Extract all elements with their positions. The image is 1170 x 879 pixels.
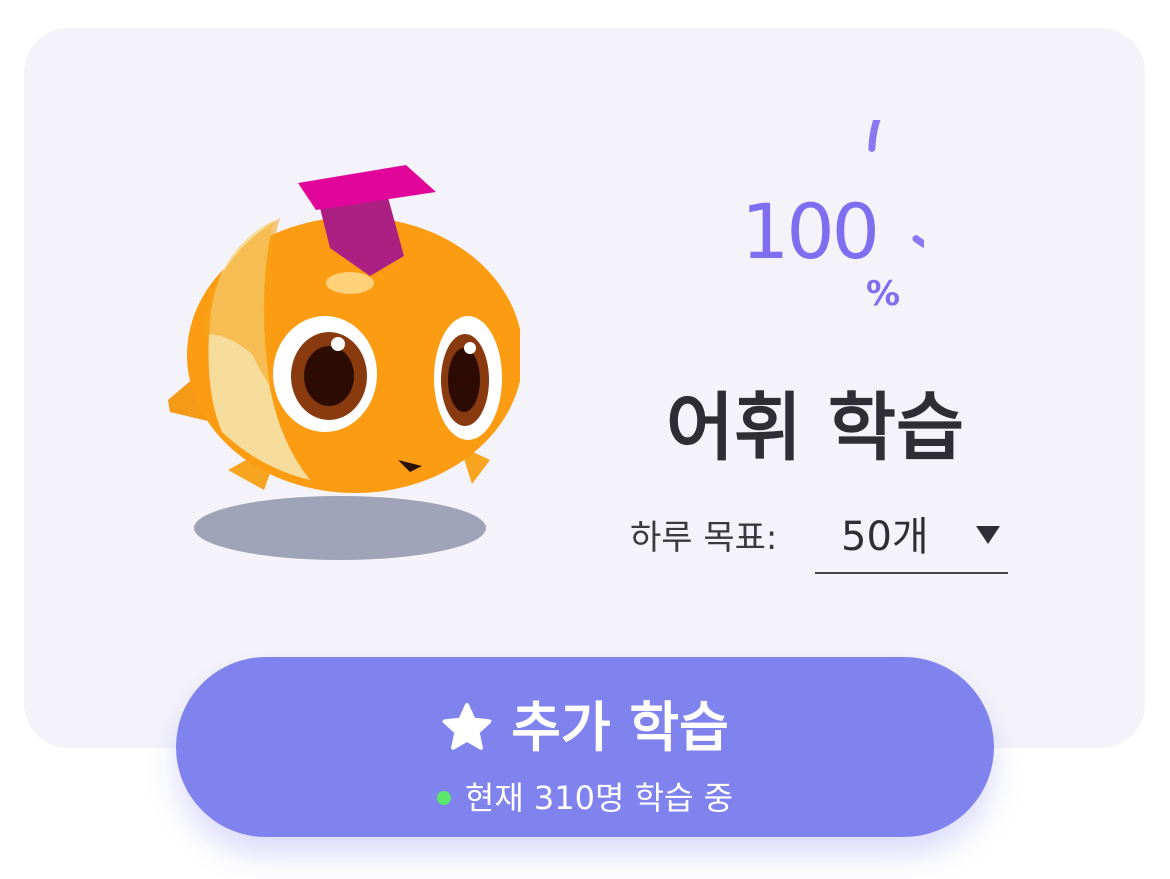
- extra-study-button-content: 추가 학습: [176, 693, 994, 763]
- live-dot-icon: [436, 791, 451, 805]
- extra-study-label: 추가 학습: [511, 696, 729, 759]
- triangle-down-icon: [976, 526, 1000, 544]
- page-title: 어휘 학습: [665, 385, 965, 471]
- live-status: 현재 310명 학습 중: [0, 776, 1170, 820]
- daily-goal-value: 50개: [841, 514, 929, 560]
- live-status-text: 현재 310명 학습 중: [464, 779, 734, 817]
- fish-mascot-icon: [168, 165, 520, 560]
- progress-value: 100: [740, 187, 880, 276]
- star-icon: [442, 703, 492, 750]
- daily-goal-select[interactable]: 50개: [815, 506, 1008, 574]
- daily-goal-label: 하루 목표:: [630, 518, 778, 558]
- progress-unit: %: [866, 274, 901, 314]
